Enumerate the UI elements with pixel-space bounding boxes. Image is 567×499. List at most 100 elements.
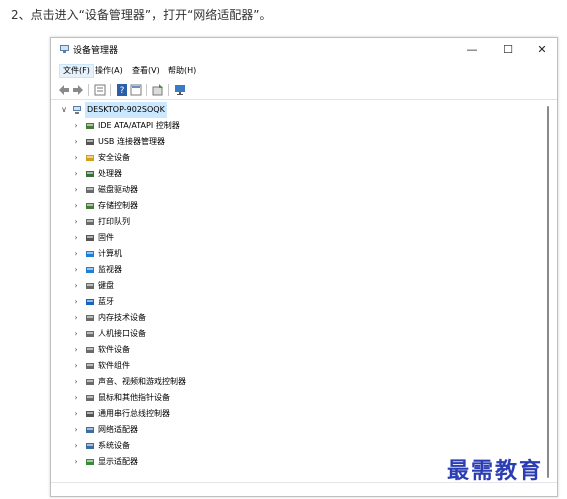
toolbar-separator — [110, 84, 111, 96]
expand-chevron-icon[interactable]: › — [71, 422, 81, 438]
expand-chevron-icon[interactable]: › — [71, 150, 81, 166]
toolbar: ? — [51, 81, 557, 100]
tree-item-label: 键盘 — [98, 281, 114, 290]
tree-item[interactable]: › 鼠标和其他指针设备 — [71, 390, 371, 406]
expand-chevron-icon[interactable]: › — [71, 374, 81, 390]
tree-item-label: 软件组件 — [98, 361, 130, 370]
expand-chevron-icon[interactable]: › — [71, 358, 81, 374]
tree-item-label: 网络适配器 — [98, 425, 138, 434]
tree-item-label: 鼠标和其他指针设备 — [98, 393, 170, 402]
scrollbar-thumb[interactable] — [547, 106, 549, 478]
tree-item-label: 系统设备 — [98, 441, 130, 450]
expand-chevron-icon[interactable]: › — [71, 246, 81, 262]
tree-item-label: 监视器 — [98, 265, 122, 274]
storage-controller-icon — [86, 203, 94, 209]
tree-item[interactable]: › 键盘 — [71, 278, 371, 294]
expand-chevron-icon[interactable]: › — [71, 326, 81, 342]
expand-chevron-icon[interactable]: › — [71, 230, 81, 246]
keyboard-icon — [86, 283, 94, 289]
tree-item[interactable]: › 安全设备 — [71, 150, 371, 166]
maximize-button[interactable]: ☐ — [491, 38, 525, 60]
tree-item-label: 处理器 — [98, 169, 122, 178]
minimize-button[interactable]: — — [455, 38, 489, 60]
tree-item[interactable]: › IDE ATA/ATAPI 控制器 — [71, 118, 371, 134]
expand-chevron-icon[interactable]: › — [71, 262, 81, 278]
forward-arrow-icon[interactable] — [71, 83, 85, 97]
expand-chevron-icon[interactable]: › — [71, 278, 81, 294]
tree-item-label: 存储控制器 — [98, 201, 138, 210]
computer-icon — [86, 251, 94, 257]
tree-item[interactable]: › 通用串行总线控制器 — [71, 406, 371, 422]
security-device-icon — [86, 155, 94, 161]
close-button[interactable]: ✕ — [525, 38, 557, 60]
memory-device-icon — [86, 315, 94, 321]
minimize-icon: — — [466, 42, 478, 56]
expand-chevron-icon[interactable]: › — [71, 118, 81, 134]
expand-chevron-icon[interactable]: › — [71, 406, 81, 422]
tree-item-label: 打印队列 — [98, 217, 130, 226]
tree-item[interactable]: › 系统设备 — [71, 438, 371, 454]
menu-action[interactable]: 操作(A) — [92, 64, 126, 78]
disk-drive-icon — [86, 187, 94, 193]
tree-item-label: 声音、视频和游戏控制器 — [98, 377, 186, 386]
tree-item[interactable]: › 监视器 — [71, 262, 371, 278]
properties-icon[interactable] — [93, 83, 107, 97]
tree-item-label: 内存技术设备 — [98, 313, 146, 322]
computer-icon — [73, 106, 81, 114]
tree-root-label: DESKTOP-902SOQK — [85, 102, 167, 118]
instruction-text: 2、点击进入“设备管理器”，打开“网络适配器”。 — [11, 8, 272, 22]
bluetooth-icon — [86, 299, 94, 305]
print-queue-icon — [86, 219, 94, 225]
update-driver-icon[interactable] — [151, 83, 165, 97]
expand-chevron-icon[interactable]: ∨ — [59, 102, 69, 118]
tree-item[interactable]: › 存储控制器 — [71, 198, 371, 214]
tree-item[interactable]: › 内存技术设备 — [71, 310, 371, 326]
tree-item[interactable]: › 显示适配器 — [71, 454, 371, 470]
software-device-icon — [86, 347, 94, 353]
expand-chevron-icon[interactable]: › — [71, 438, 81, 454]
monitor-icon — [86, 267, 94, 273]
expand-chevron-icon[interactable]: › — [71, 390, 81, 406]
tree-item-label: 人机接口设备 — [98, 329, 146, 338]
toolbar-separator — [168, 84, 169, 96]
device-manager-window: 设备管理器 — ☐ ✕ 文件(F) 操作(A) 查看(V) 帮助(H) ? ∨ … — [50, 37, 558, 497]
vertical-scrollbar[interactable] — [544, 102, 552, 484]
expand-chevron-icon[interactable]: › — [71, 310, 81, 326]
help-icon[interactable]: ? — [115, 83, 129, 97]
menu-view[interactable]: 查看(V) — [129, 64, 163, 78]
expand-chevron-icon[interactable]: › — [71, 198, 81, 214]
window-title: 设备管理器 — [73, 46, 119, 56]
back-arrow-icon[interactable] — [57, 83, 71, 97]
ide-controller-icon — [86, 123, 94, 129]
tree-item[interactable]: › 处理器 — [71, 166, 371, 182]
expand-chevron-icon[interactable]: › — [71, 294, 81, 310]
network-adapter-icon — [86, 427, 94, 433]
tree-item[interactable]: › USB 连接器管理器 — [71, 134, 371, 150]
tree-item[interactable]: › 声音、视频和游戏控制器 — [71, 374, 371, 390]
tree-item[interactable]: › 人机接口设备 — [71, 326, 371, 342]
tree-item[interactable]: › 软件组件 — [71, 358, 371, 374]
tree-root[interactable]: ∨ DESKTOP-902SOQK — [59, 102, 359, 118]
menu-file[interactable]: 文件(F) — [59, 64, 94, 78]
tree-item[interactable]: › 软件设备 — [71, 342, 371, 358]
menu-help[interactable]: 帮助(H) — [165, 64, 199, 78]
tree-item[interactable]: › 蓝牙 — [71, 294, 371, 310]
monitor-icon[interactable] — [173, 83, 187, 97]
tree-item[interactable]: › 打印队列 — [71, 214, 371, 230]
tree-item[interactable]: › 计算机 — [71, 246, 371, 262]
tree-item[interactable]: › 固件 — [71, 230, 371, 246]
tree-item-label: 蓝牙 — [98, 297, 114, 306]
tree-item[interactable]: › 磁盘驱动器 — [71, 182, 371, 198]
tree-item[interactable]: › 网络适配器 — [71, 422, 371, 438]
expand-chevron-icon[interactable]: › — [71, 214, 81, 230]
device-manager-app-icon — [60, 45, 69, 53]
usb-controller-icon — [86, 411, 94, 417]
expand-chevron-icon[interactable]: › — [71, 134, 81, 150]
expand-chevron-icon[interactable]: › — [71, 166, 81, 182]
firmware-icon — [86, 235, 94, 241]
view-icon[interactable] — [129, 83, 143, 97]
watermark-logo: 最需教育 — [447, 458, 544, 484]
expand-chevron-icon[interactable]: › — [71, 454, 81, 470]
expand-chevron-icon[interactable]: › — [71, 342, 81, 358]
expand-chevron-icon[interactable]: › — [71, 182, 81, 198]
